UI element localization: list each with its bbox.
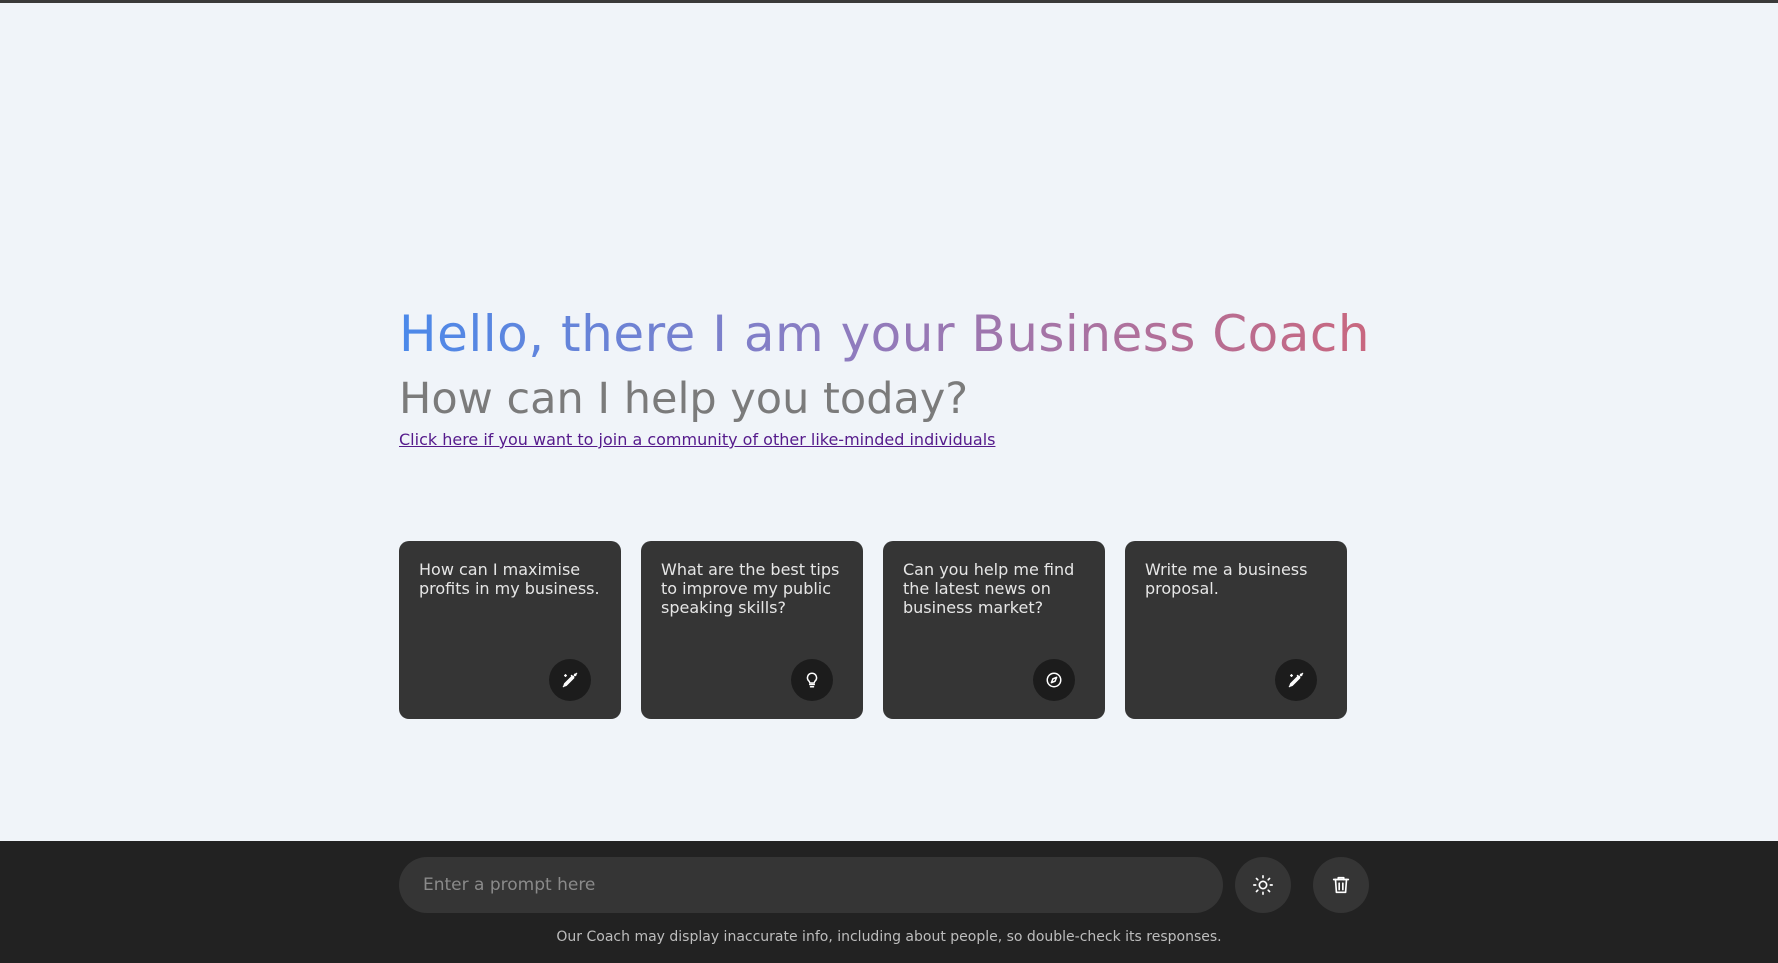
suggestion-card-business-proposal[interactable]: Write me a business proposal. <box>1125 541 1347 719</box>
card-text: Write me a business proposal. <box>1145 560 1308 598</box>
footer-bar: Our Coach may display inaccurate info, i… <box>0 841 1778 963</box>
trash-icon <box>1332 876 1350 894</box>
clear-chat-button[interactable] <box>1313 857 1369 913</box>
theme-toggle-button[interactable] <box>1235 857 1291 913</box>
prompt-box <box>399 857 1223 913</box>
suggestion-card-public-speaking[interactable]: What are the best tips to improve my pub… <box>641 541 863 719</box>
subtitle-heading: How can I help you today? <box>399 374 969 424</box>
greeting-heading: Hello, there I am your Business Coach <box>399 305 1371 363</box>
sun-icon <box>1253 875 1273 895</box>
suggestion-cards: How can I maximise profits in my busines… <box>399 541 1347 719</box>
pen-sparkle-icon <box>1275 659 1317 701</box>
suggestion-card-business-news[interactable]: Can you help me find the latest news on … <box>883 541 1105 719</box>
community-link[interactable]: Click here if you want to join a communi… <box>399 430 995 450</box>
card-text: How can I maximise profits in my busines… <box>419 560 600 598</box>
pen-sparkle-icon <box>549 659 591 701</box>
disclaimer-text: Our Coach may display inaccurate info, i… <box>556 929 1222 945</box>
card-text: Can you help me find the latest news on … <box>903 560 1075 617</box>
main-content: Hello, there I am your Business Coach Ho… <box>399 0 1379 841</box>
compass-icon <box>1033 659 1075 701</box>
suggestion-card-profits[interactable]: How can I maximise profits in my busines… <box>399 541 621 719</box>
card-text: What are the best tips to improve my pub… <box>661 560 840 617</box>
lightbulb-icon <box>791 659 833 701</box>
prompt-input[interactable] <box>399 857 1223 913</box>
